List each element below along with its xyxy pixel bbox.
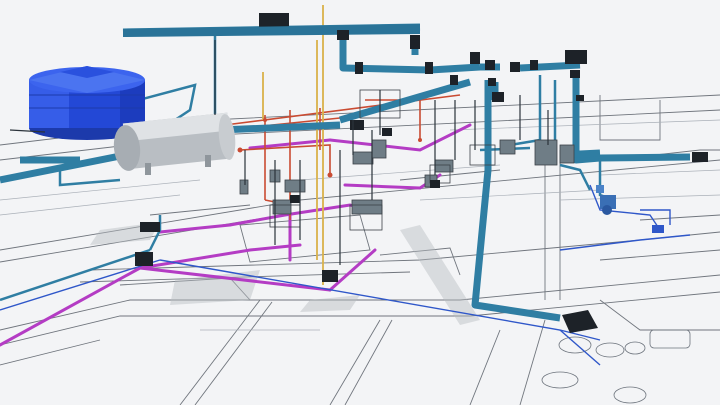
- floor-plan-lines: [0, 94, 720, 405]
- floor-plan-lines-light: [0, 119, 720, 331]
- plumbing-3d-scene: [0, 5, 720, 405]
- plan-fixture-circles: [541, 329, 691, 404]
- pump: [596, 185, 664, 233]
- shadows: [90, 222, 480, 325]
